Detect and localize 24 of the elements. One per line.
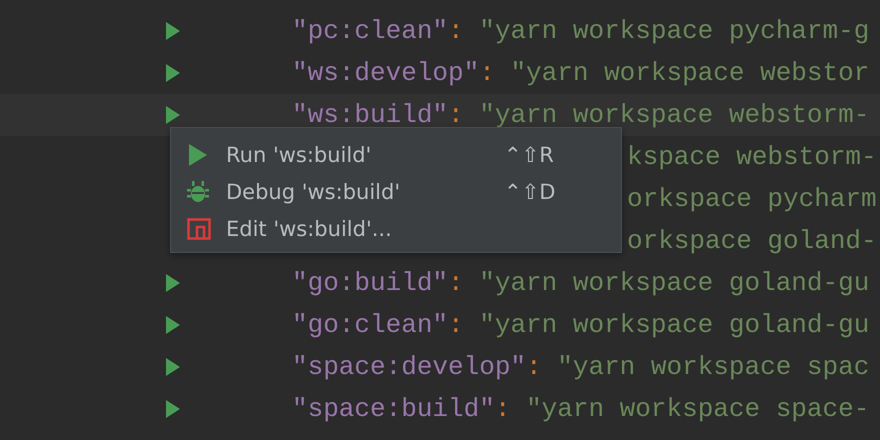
run-icon[interactable]: [166, 316, 180, 334]
code-line: "ws:develop": "yarn workspace webstor: [292, 58, 870, 88]
menu-item[interactable]: Debug 'ws:build' ⌃⇧D: [171, 173, 621, 210]
run-icon[interactable]: [166, 358, 180, 376]
run-icon[interactable]: [166, 106, 180, 124]
code-line: "go:clean": "yarn workspace goland-gu: [292, 310, 870, 340]
shortcut-label: ⌃⇧D: [504, 180, 556, 204]
code-line: "space:develop": "yarn workspace spac: [292, 352, 870, 382]
bug-icon: [187, 180, 211, 202]
run-icon[interactable]: [166, 22, 180, 40]
shortcut-label: ⌃⇧R: [504, 142, 554, 166]
code-line: "pc:clean": "yarn workspace pycharm-g: [292, 16, 870, 46]
menu-item[interactable]: Run 'ws:build' ⌃⇧R: [171, 136, 621, 173]
run-icon[interactable]: [166, 400, 180, 418]
edit-config-icon: [187, 218, 211, 240]
code-line: "space:build": "yarn workspace space-: [292, 394, 870, 424]
code-line: kspace webstorm-: [627, 142, 877, 172]
code-line: orkspace goland-: [627, 226, 877, 256]
run-icon[interactable]: [166, 64, 180, 82]
code-line: orkspace pycharm: [627, 184, 877, 214]
code-line: "ws:build": "yarn workspace webstorm-: [292, 100, 870, 130]
run-icon[interactable]: [166, 274, 180, 292]
code-line: "go:build": "yarn workspace goland-gu: [292, 268, 870, 298]
menu-item[interactable]: Edit 'ws:build'...: [171, 210, 621, 247]
